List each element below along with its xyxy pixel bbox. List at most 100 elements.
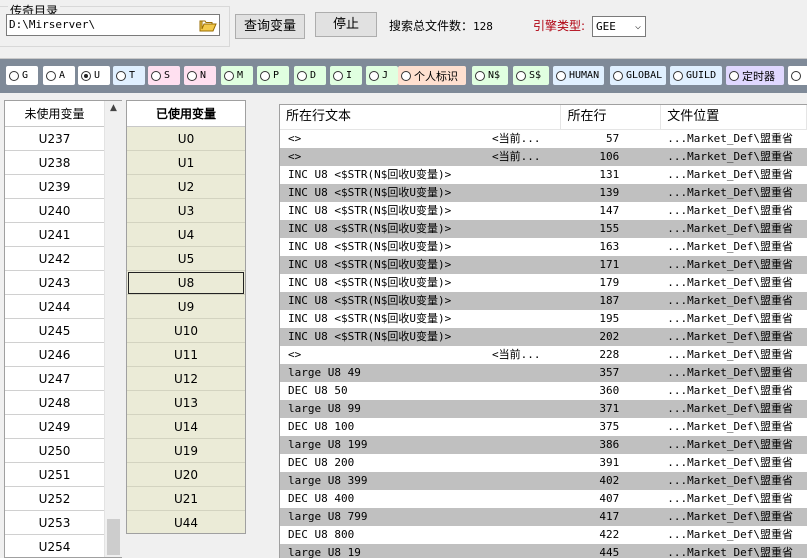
radio-circle-icon: [224, 70, 234, 81]
query-variables-button[interactable]: 查询变量: [235, 14, 305, 39]
unused-variable-item[interactable]: U240: [5, 199, 105, 223]
engine-type-select[interactable]: GEE ⌵: [592, 16, 646, 37]
unused-variable-item[interactable]: U250: [5, 439, 105, 463]
used-variable-item[interactable]: U10: [127, 319, 245, 343]
dir-input[interactable]: D:\Mirserver\: [6, 14, 220, 36]
table-row[interactable]: large U8 199 386 ...Market_Def\盟重省: [280, 436, 807, 454]
radio-circle-icon: [46, 70, 56, 81]
used-variable-item[interactable]: U44: [127, 511, 245, 533]
radio-s$[interactable]: S$: [513, 66, 549, 85]
table-row[interactable]: INC U8 <$STR(N$回收U变量)> 163 ...Market_Def\盟…: [280, 238, 807, 256]
unused-list-scrollbar[interactable]: ▲: [104, 101, 122, 557]
used-variable-item[interactable]: U9: [127, 295, 245, 319]
unused-variable-item[interactable]: U237: [5, 127, 105, 151]
cell-file-location: ...Market_Def\盟重省: [667, 510, 794, 523]
unused-variable-item[interactable]: U241: [5, 223, 105, 247]
unused-variable-item[interactable]: U248: [5, 391, 105, 415]
radio-n[interactable]: N: [184, 66, 216, 85]
used-variable-item[interactable]: U11: [127, 343, 245, 367]
scroll-up-icon[interactable]: ▲: [105, 103, 122, 113]
used-variable-item[interactable]: U20: [127, 463, 245, 487]
radio-d[interactable]: D: [294, 66, 326, 85]
used-variable-item[interactable]: U1: [127, 151, 245, 175]
cell-line-number: 375: [599, 420, 620, 433]
unused-variable-item[interactable]: U253: [5, 511, 105, 535]
table-row[interactable]: INC U8 <$STR(N$回收U变量)> 195 ...Market_Def\盟…: [280, 310, 807, 328]
browse-folder-button[interactable]: [197, 15, 219, 35]
used-variable-item[interactable]: U2: [127, 175, 245, 199]
radio-定时器[interactable]: 定时器: [726, 66, 784, 85]
used-variable-item[interactable]: U21: [127, 487, 245, 511]
unused-variable-item[interactable]: U251: [5, 463, 105, 487]
table-row[interactable]: DEC U8 200 391 ...Market_Def\盟重省: [280, 454, 807, 472]
cell-line-text-suffix: <当前...: [492, 132, 541, 145]
table-row[interactable]: INC U8 <$STR(N$回收U变量)> 171 ...Market_Def\盟…: [280, 256, 807, 274]
table-row[interactable]: large U8 19 445 ...Market_Def\盟重省: [280, 544, 807, 558]
table-row[interactable]: INC U8 <$STR(N$回收U变量)> 131 ...Market_Def\盟…: [280, 166, 807, 184]
unused-variable-item[interactable]: U252: [5, 487, 105, 511]
cell-line-text-value: INC U8 <$STR(N$回收U变量)>: [288, 204, 452, 217]
used-variable-item[interactable]: U8: [127, 271, 245, 295]
used-variable-item[interactable]: U5: [127, 247, 245, 271]
table-row[interactable]: DEC U8 50 360 ...Market_Def\盟重省: [280, 382, 807, 400]
unused-variable-item[interactable]: U247: [5, 367, 105, 391]
table-row[interactable]: DEC U8 400 407 ...Market_Def\盟重省: [280, 490, 807, 508]
table-row[interactable]: INC U8 <$STR(N$回收U变量)> 187 ...Market_Def\盟…: [280, 292, 807, 310]
used-variable-item[interactable]: U12: [127, 367, 245, 391]
radio-a[interactable]: A: [43, 66, 75, 85]
table-row[interactable]: <> <当前... 106 ...Market_Def\盟重省: [280, 148, 807, 166]
table-row[interactable]: <> <当前... 228 ...Market_Def\盟重省: [280, 346, 807, 364]
table-row[interactable]: <> <当前... 57 ...Market_Def\盟重省: [280, 130, 807, 148]
column-header-line-text[interactable]: 所在行文本: [280, 105, 562, 129]
table-row[interactable]: large U8 799 417 ...Market_Def\盟重省: [280, 508, 807, 526]
cell-line-number: 357: [599, 366, 620, 379]
unused-variable-item[interactable]: U249: [5, 415, 105, 439]
radio-i[interactable]: I: [330, 66, 362, 85]
radio-n$[interactable]: N$: [472, 66, 508, 85]
table-row[interactable]: INC U8 <$STR(N$回收U变量)> 202 ...Market_Def\盟…: [280, 328, 807, 346]
radio-guild[interactable]: GUILD: [670, 66, 722, 85]
radio-u[interactable]: U: [78, 66, 110, 85]
stop-button[interactable]: 停止: [315, 12, 377, 37]
radio-more[interactable]: [788, 66, 807, 85]
used-variable-item[interactable]: U4: [127, 223, 245, 247]
cell-line-text: DEC U8 50: [280, 382, 561, 400]
radio-s[interactable]: S: [148, 66, 180, 85]
unused-variable-item[interactable]: U254: [5, 535, 105, 557]
used-variable-item[interactable]: U3: [127, 199, 245, 223]
table-row[interactable]: large U8 399 402 ...Market_Def\盟重省: [280, 472, 807, 490]
unused-variable-item[interactable]: U239: [5, 175, 105, 199]
radio-个人标识[interactable]: 个人标识: [398, 66, 466, 85]
table-row[interactable]: large U8 49 357 ...Market_Def\盟重省: [280, 364, 807, 382]
table-row[interactable]: large U8 99 371 ...Market_Def\盟重省: [280, 400, 807, 418]
table-row[interactable]: INC U8 <$STR(N$回收U变量)> 179 ...Market_Def\盟…: [280, 274, 807, 292]
scroll-thumb[interactable]: [107, 519, 120, 555]
table-row[interactable]: INC U8 <$STR(N$回收U变量)> 147 ...Market_Def\盟…: [280, 202, 807, 220]
table-row[interactable]: DEC U8 800 422 ...Market_Def\盟重省: [280, 526, 807, 544]
table-row[interactable]: INC U8 <$STR(N$回收U变量)> 155 ...Market_Def\盟…: [280, 220, 807, 238]
used-variable-item[interactable]: U14: [127, 415, 245, 439]
used-variable-item[interactable]: U0: [127, 127, 245, 151]
radio-p[interactable]: P: [257, 66, 289, 85]
radio-global[interactable]: GLOBAL: [610, 66, 666, 85]
used-variables-list[interactable]: 已使用变量 U0 U1 U2 U3 U4 U5 U8 U9 U10 U11 U12 U13 U14 U19…: [126, 100, 246, 534]
radio-m[interactable]: M: [221, 66, 253, 85]
radio-g[interactable]: G: [6, 66, 38, 85]
used-variable-item[interactable]: U19: [127, 439, 245, 463]
table-row[interactable]: DEC U8 100 375 ...Market_Def\盟重省: [280, 418, 807, 436]
column-header-line-number[interactable]: 所在行: [561, 105, 662, 129]
radio-human[interactable]: HUMAN: [553, 66, 604, 85]
column-header-file-location[interactable]: 文件位置: [661, 105, 807, 129]
unused-variable-item[interactable]: U245: [5, 319, 105, 343]
radio-t[interactable]: T: [113, 66, 145, 85]
unused-variable-item[interactable]: U242: [5, 247, 105, 271]
unused-variable-item[interactable]: U244: [5, 295, 105, 319]
results-table[interactable]: 所在行文本 所在行 文件位置 <> <当前... 57 ...Market_Def\盟…: [279, 104, 807, 558]
unused-variable-item[interactable]: U246: [5, 343, 105, 367]
used-variable-item[interactable]: U13: [127, 391, 245, 415]
unused-variable-item[interactable]: U238: [5, 151, 105, 175]
radio-circle-icon: [81, 70, 91, 81]
unused-variable-item[interactable]: U243: [5, 271, 105, 295]
radio-j[interactable]: J: [366, 66, 398, 85]
table-row[interactable]: INC U8 <$STR(N$回收U变量)> 139 ...Market_Def\盟…: [280, 184, 807, 202]
